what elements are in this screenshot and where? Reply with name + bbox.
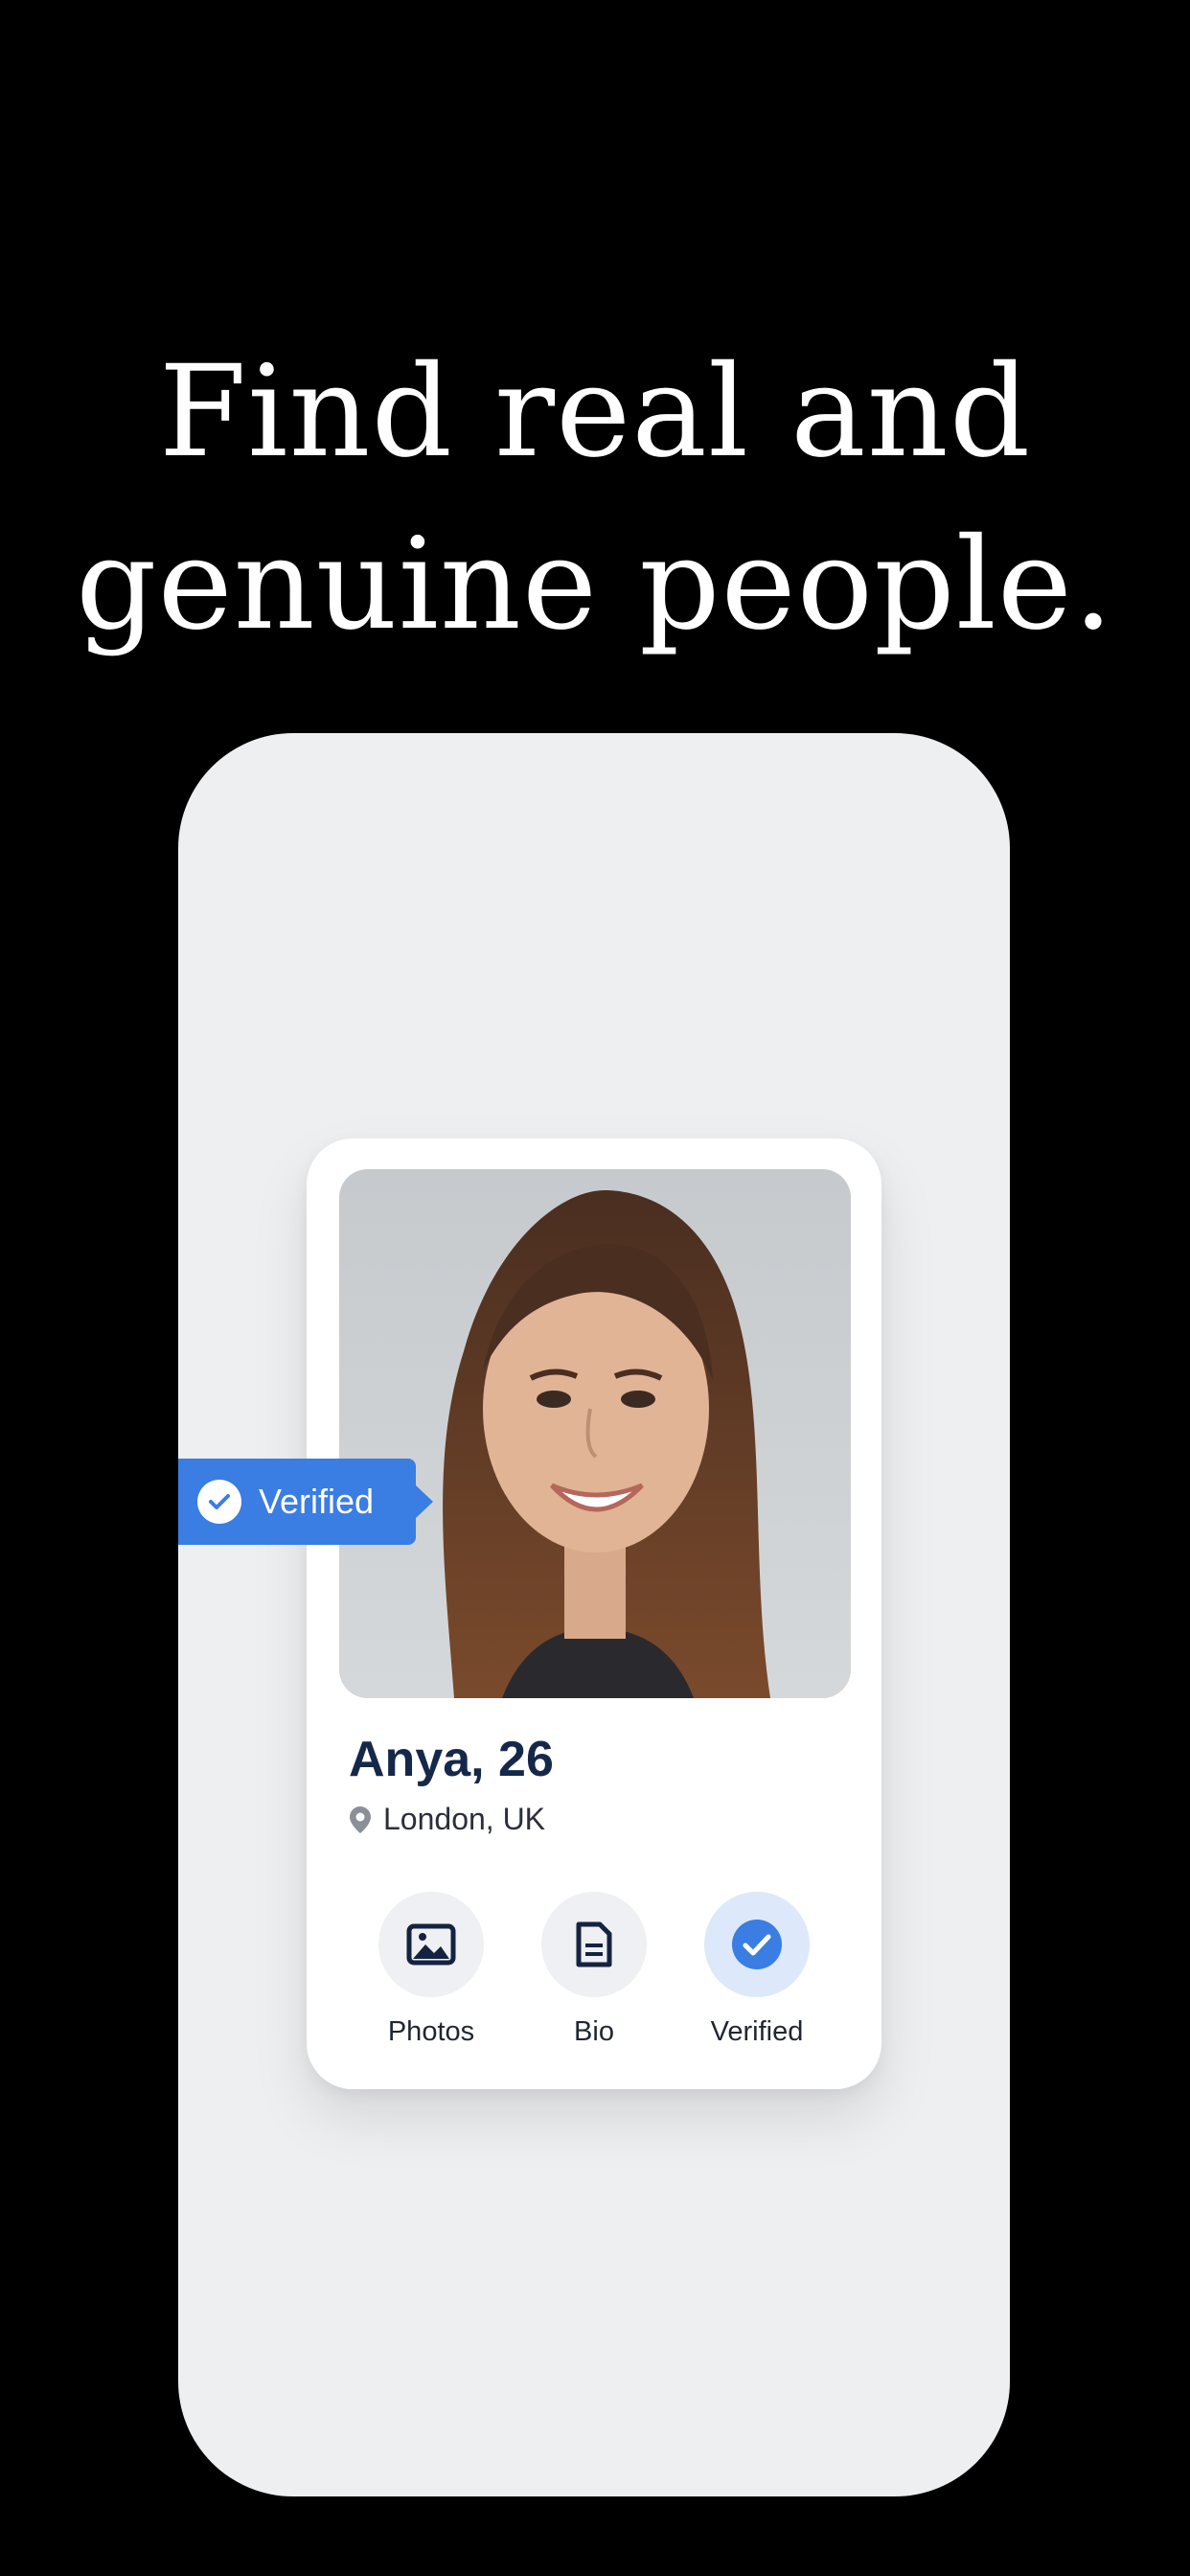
- verified-label: Verified: [710, 2016, 804, 2047]
- headline: Find real and genuine people.: [0, 326, 1190, 671]
- bio-label: Bio: [574, 2016, 614, 2047]
- profile-location: London, UK: [349, 1802, 545, 1837]
- check-circle-icon: [732, 1920, 782, 1969]
- image-icon: [406, 1923, 456, 1966]
- bio-button[interactable]: [541, 1892, 647, 1997]
- photos-action[interactable]: Photos: [364, 1892, 498, 2048]
- profile-name-age: Anya, 26: [349, 1732, 554, 1787]
- headline-line-1: Find real and: [158, 338, 1032, 486]
- photos-label: Photos: [387, 2016, 475, 2047]
- photos-button[interactable]: [378, 1892, 484, 1997]
- verified-button[interactable]: [704, 1892, 810, 1997]
- verified-tag: Verified: [178, 1459, 433, 1545]
- profile-actions: Photos Bio Verified: [364, 1892, 824, 2048]
- headline-line-2: genuine people.: [76, 511, 1114, 658]
- verified-action[interactable]: Verified: [690, 1892, 824, 2048]
- check-icon: [197, 1480, 241, 1524]
- location-pin-icon: [350, 1806, 371, 1833]
- profile-photo: [339, 1169, 851, 1698]
- document-icon: [576, 1921, 612, 1967]
- verified-tag-label: Verified: [259, 1482, 375, 1521]
- profile-card[interactable]: Anya, 26 London, UK Photos Bio Verified: [307, 1138, 881, 2089]
- location-label: London, UK: [383, 1802, 546, 1836]
- bio-action[interactable]: Bio: [527, 1892, 661, 2048]
